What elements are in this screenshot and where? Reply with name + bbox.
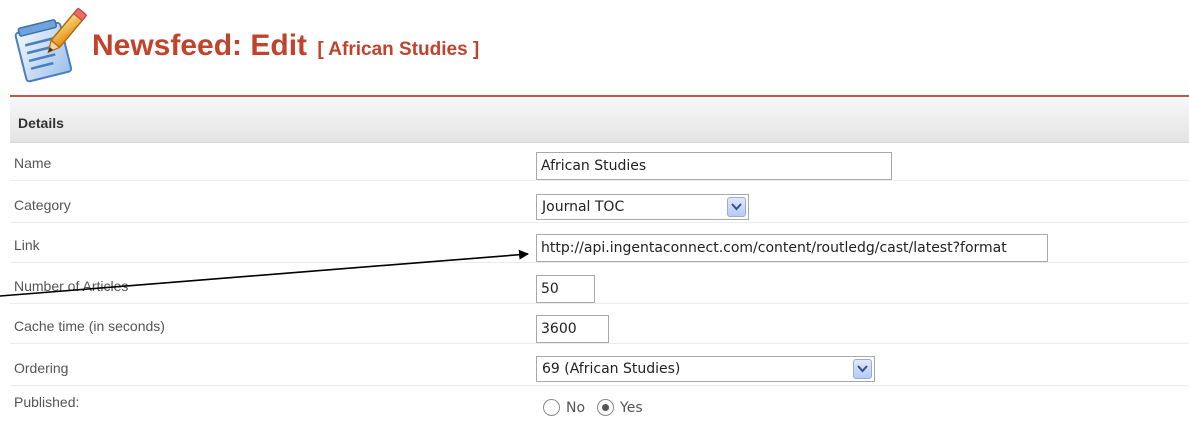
ordering-select[interactable]: 69 (African Studies) (536, 356, 875, 382)
page-subtitle: [ African Studies ] (317, 39, 480, 60)
published-yes-label[interactable]: Yes (620, 400, 643, 416)
category-selected-value: Journal TOC (542, 199, 625, 215)
details-section-header: Details (10, 99, 1189, 143)
chevron-down-icon[interactable] (727, 197, 746, 217)
link-field[interactable]: http://api.ingentaconnect.com/content/ro… (536, 234, 1048, 262)
cache-time-field[interactable]: 3600 (536, 315, 609, 343)
num-articles-field[interactable]: 50 (536, 275, 595, 303)
category-select[interactable]: Journal TOC (536, 194, 749, 220)
edit-document-icon (14, 7, 88, 83)
published-no-label[interactable]: No (566, 400, 585, 416)
link-label: Link (14, 237, 40, 253)
published-label: Published: (14, 394, 80, 410)
ordering-selected-value: 69 (African Studies) (542, 361, 681, 377)
title-divider (10, 95, 1189, 97)
published-radio-group: No Yes (543, 399, 643, 416)
published-yes-radio[interactable] (597, 399, 615, 416)
ordering-label: Ordering (14, 360, 69, 376)
num-articles-label: Number of Articles (14, 278, 129, 294)
category-label: Category (14, 197, 71, 213)
name-field[interactable]: African Studies (536, 152, 892, 180)
page-title: Newsfeed: Edit [ African Studies ] (92, 29, 479, 63)
num-articles-row: Number of Articles (10, 270, 1189, 304)
name-label: Name (14, 155, 52, 171)
published-no-radio[interactable] (543, 399, 560, 416)
newsfeed-edit-page: Newsfeed: Edit [ African Studies ] Detai… (0, 0, 1189, 424)
chevron-down-icon[interactable] (853, 359, 872, 379)
page-title-text: Newsfeed: Edit (92, 29, 308, 62)
details-section-label: Details (18, 115, 64, 131)
cache-time-label: Cache time (in seconds) (14, 318, 165, 334)
